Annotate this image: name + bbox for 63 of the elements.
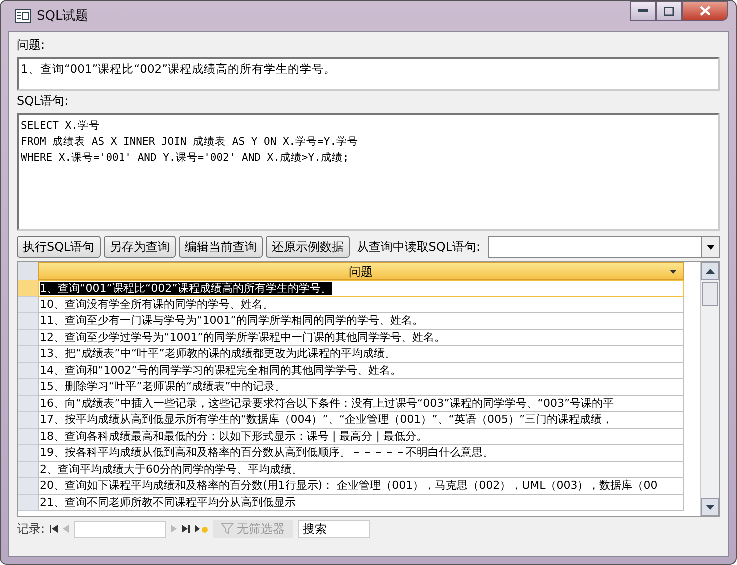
action-button[interactable]: 编辑当前查询	[178, 236, 263, 258]
table-cell[interactable]: 13、把“成绩表”中“叶平”老师教的课的成绩都更改为此课程的平均成绩。	[38, 346, 684, 362]
table-cell[interactable]: 14、查询和“1002”号的同学学习的课程完全相同的其他同学学号、姓名。	[38, 362, 684, 379]
table-cell[interactable]: 1、查询“001”课程比“002”课程成绩高的所有学生的学号。	[38, 280, 684, 296]
table-cell[interactable]: 16、向“成绩表”中插入一些记录，这些记录要求符合以下条件：没有上过课号“003”课程的同学学号、“003”号课的平	[38, 396, 684, 412]
sql-label: SQL语句:	[17, 93, 70, 110]
record-selector[interactable]	[18, 412, 38, 428]
column-header[interactable]: 问题	[38, 262, 684, 280]
action-button[interactable]: 还原示例数据	[266, 236, 350, 258]
action-button[interactable]: 另存为查询	[104, 236, 176, 258]
minimize-icon	[638, 9, 648, 13]
previous-record-icon[interactable]	[63, 525, 70, 533]
record-selector[interactable]	[18, 478, 38, 494]
query-dropdown[interactable]	[488, 236, 720, 258]
record-selector[interactable]	[18, 362, 38, 379]
table-cell[interactable]: 20、查询如下课程平均成绩和及格率的百分数(用1行显示)： 企业管理（001），马克思（002），UML（003），数据库（00	[38, 478, 684, 494]
record-selector[interactable]	[18, 346, 38, 362]
record-number-field[interactable]	[74, 520, 166, 538]
first-record-icon[interactable]	[50, 525, 58, 533]
record-label: 记录:	[17, 520, 46, 538]
record-selector[interactable]	[18, 313, 38, 330]
record-selector[interactable]	[18, 330, 38, 346]
new-record-icon[interactable]	[195, 524, 208, 534]
scroll-down-icon	[701, 498, 719, 516]
close-icon	[700, 6, 710, 16]
record-selector[interactable]	[18, 445, 38, 462]
dropdown-icon	[706, 244, 714, 250]
action-button[interactable]: 执行SQL语句	[17, 236, 101, 258]
filter-icon	[221, 523, 234, 535]
search-field[interactable]: 搜索	[298, 520, 370, 538]
table-cell[interactable]: 2、查询平均成绩大于60分的同学的学号、平均成绩。	[38, 462, 684, 478]
window-title: SQL试题	[37, 8, 89, 25]
table-cell[interactable]: 18、查询各科成绩最高和最低的分：以如下形式显示：课号 | 最高分 | 最低分。	[38, 428, 684, 445]
minimize-button[interactable]	[630, 1, 656, 21]
question-field[interactable]: 1、查询“001”课程比“002”课程成绩高的所有学生的学号。	[17, 57, 720, 91]
table-cell[interactable]: 15、删除学习“叶平”老师课的“成绩表”中的记录。	[38, 379, 684, 396]
record-selector[interactable]	[18, 379, 38, 396]
last-record-icon[interactable]	[182, 525, 190, 533]
maximize-icon	[664, 6, 674, 16]
record-selector[interactable]	[18, 494, 38, 511]
table-cell[interactable]: 10、查询没有学全所有课的同学的学号、姓名。	[38, 296, 684, 313]
query-select-label: 从查询中读取SQL语句:	[356, 238, 481, 256]
sql-field[interactable]: SELECT X.学号 FROM 成绩表 AS X INNER JOIN 成绩表 AS Y ON X.学号=Y.学号 WHERE X.课号='001' AND Y.课号='002' AND X.成绩>Y.成绩;	[17, 113, 720, 231]
maximize-button[interactable]	[656, 1, 682, 21]
form-icon	[15, 9, 31, 23]
scrollbar[interactable]	[700, 262, 719, 516]
dropdown-icon	[670, 270, 677, 274]
table-cell[interactable]: 12、查询至少学过学号为“1001”的同学所学课程中一门课的其他同学学号、姓名。	[38, 330, 684, 346]
question-label: 问题:	[17, 37, 46, 54]
close-button[interactable]	[682, 1, 728, 21]
record-selector[interactable]	[18, 296, 38, 313]
next-record-icon[interactable]	[171, 525, 178, 533]
table-cell[interactable]: 11、查询至少有一门课与学号为“1001”的同学所学相同的同学的学号、姓名。	[38, 313, 684, 330]
scroll-thumb[interactable]	[702, 282, 718, 306]
table-cell[interactable]: 17、按平均成绩从高到低显示所有学生的“数据库（004）”、“企业管理（001）”、“英语（005）”三门的课程成绩，	[38, 412, 684, 428]
select-all-corner[interactable]	[18, 262, 38, 280]
record-selector[interactable]	[18, 280, 38, 296]
record-selector[interactable]	[18, 396, 38, 412]
table-cell[interactable]: 21、查询不同老师所教不同课程平均分从高到低显示	[38, 494, 684, 511]
table-cell[interactable]: 19、按各科平均成绩从低到高和及格率的百分数从高到低顺序。－－－－－不明白什么意思。	[38, 445, 684, 462]
record-selector[interactable]	[18, 428, 38, 445]
record-selector[interactable]	[18, 462, 38, 478]
scroll-up-icon	[701, 262, 719, 280]
